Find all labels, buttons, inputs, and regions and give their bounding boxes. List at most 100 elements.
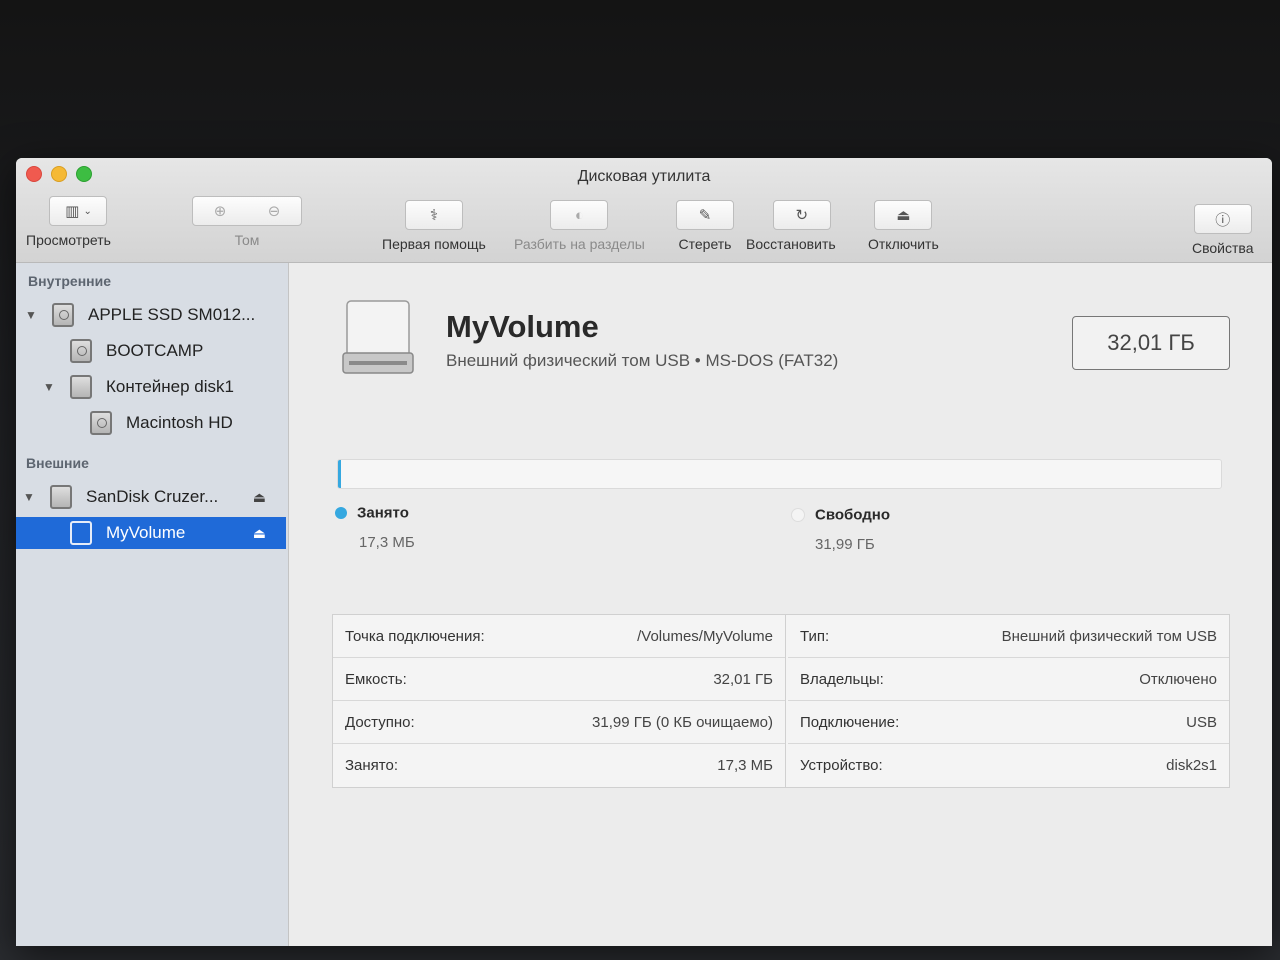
sidebar-item-container-disk1[interactable]: ▼ Контейнер disk1	[16, 371, 286, 403]
first-aid-button[interactable]: ⚕	[404, 200, 463, 230]
volume-name: MyVolume	[446, 309, 599, 344]
view-button[interactable]: ▥ ⌄	[49, 196, 108, 226]
unmount-label: Отключить	[868, 236, 939, 252]
external-disk-icon	[50, 485, 72, 509]
restore-icon: ↻	[795, 207, 809, 224]
erase-icon: ✎	[698, 207, 712, 224]
main-panel: MyVolume Внешний физический том USB • MS…	[289, 263, 1272, 946]
eject-icon[interactable]: ⏏	[253, 489, 266, 506]
info-row-owners: Владельцы: Отключено	[788, 658, 1229, 701]
info-row-mount-point: Точка подключения: /Volumes/MyVolume	[333, 615, 785, 658]
info-column-right: Тип: Внешний физический том USB Владельц…	[788, 615, 1229, 787]
remove-volume-icon: ⊖	[267, 203, 281, 220]
info-key: Доступно:	[345, 713, 415, 731]
sidebar-item-bootcamp[interactable]: BOOTCAMP	[16, 335, 286, 367]
info-value: USB	[1186, 713, 1217, 731]
first-aid-group[interactable]: ⚕ Первая помощь	[382, 200, 486, 252]
info-row-device: Устройство: disk2s1	[788, 744, 1229, 787]
info-label: Свойства	[1192, 240, 1254, 256]
info-value: Внешний физический том USB	[1001, 627, 1217, 645]
info-button[interactable]: ⓘ	[1193, 204, 1252, 234]
usage-bar-used	[338, 460, 341, 488]
info-key: Емкость:	[345, 670, 407, 688]
info-group[interactable]: ⓘ Свойства	[1192, 204, 1253, 256]
disclosure-triangle-icon[interactable]: ▼	[42, 380, 56, 394]
unmount-button[interactable]: ⏏	[874, 200, 933, 230]
sidebar: Внутренние ▼ APPLE SSD SM012... BOOTCAMP…	[16, 263, 289, 946]
restore-group[interactable]: ↻ Восстановить	[746, 200, 836, 252]
partition-button[interactable]: ◐	[550, 200, 609, 230]
unmount-group[interactable]: ⏏ Отключить	[868, 200, 939, 252]
unmount-icon: ⏏	[896, 207, 911, 224]
volume-icon	[90, 411, 112, 435]
info-column-left: Точка подключения: /Volumes/MyVolume Емк…	[333, 615, 786, 787]
free-legend: Свободно 31,99 ГБ	[791, 506, 890, 553]
volume-label: Том	[234, 232, 260, 248]
restore-button[interactable]: ↻	[772, 200, 831, 230]
sidebar-item-macintosh-hd[interactable]: Macintosh HD	[16, 407, 286, 439]
info-value: /Volumes/MyVolume	[637, 627, 773, 645]
eject-icon[interactable]: ⏏	[253, 525, 266, 542]
info-key: Тип:	[800, 627, 830, 645]
info-icon: ⓘ	[1215, 211, 1231, 229]
sidebar-icon: ▥	[65, 203, 80, 220]
info-row-used: Занято: 17,3 МБ	[333, 744, 785, 787]
info-value: disk2s1	[1166, 757, 1217, 774]
used-legend: Занято 17,3 МБ	[335, 504, 415, 551]
sidebar-item-sandisk[interactable]: ▼ SanDisk Cruzer... ⏏	[16, 481, 286, 513]
view-group: ▥ ⌄ Просмотреть	[26, 196, 111, 248]
volume-description: Внешний физический том USB • MS-DOS (FAT…	[446, 351, 839, 370]
volume-icon	[70, 521, 92, 545]
window-title: Дисковая утилита	[577, 168, 711, 185]
view-label: Просмотреть	[26, 232, 111, 248]
info-table: Точка подключения: /Volumes/MyVolume Емк…	[332, 614, 1230, 788]
volume-button[interactable]: ⊕ ⊖	[192, 196, 302, 226]
volume-icon	[70, 339, 92, 363]
restore-label: Восстановить	[746, 236, 836, 252]
info-key: Точка подключения:	[345, 627, 485, 645]
info-row-available: Доступно: 31,99 ГБ (0 КБ очищаемо)	[333, 701, 785, 744]
erase-label: Стереть	[678, 236, 732, 252]
capacity-badge: 32,01 ГБ	[1072, 316, 1230, 370]
add-volume-icon: ⊕	[213, 203, 227, 220]
sidebar-item-myvolume[interactable]: MyVolume ⏏	[16, 517, 286, 549]
internal-disk-icon	[52, 303, 74, 327]
info-value: Отключено	[1139, 670, 1217, 688]
container-icon	[70, 375, 92, 399]
disclosure-triangle-icon[interactable]: ▼	[22, 490, 36, 504]
info-row-capacity: Емкость: 32,01 ГБ	[333, 658, 785, 701]
sidebar-item-label: APPLE SSD SM012...	[88, 305, 256, 324]
info-value: 17,3 МБ	[717, 757, 773, 774]
used-legend-label: Занято	[357, 504, 409, 522]
sidebar-item-label: Macintosh HD	[126, 413, 233, 432]
info-key: Подключение:	[800, 713, 900, 731]
sidebar-section-internal: Внутренние	[28, 273, 112, 289]
pie-icon: ◐	[574, 206, 584, 224]
partition-group[interactable]: ◐ Разбить на разделы	[514, 200, 645, 252]
stethoscope-icon: ⚕	[429, 207, 438, 224]
disclosure-triangle-icon[interactable]: ▼	[24, 308, 38, 322]
drive-icon	[342, 300, 414, 374]
sidebar-item-label: MyVolume	[106, 523, 186, 542]
sidebar-item-label: SanDisk Cruzer...	[86, 487, 219, 506]
sidebar-item-label: BOOTCAMP	[106, 341, 204, 360]
info-value: 31,99 ГБ (0 КБ очищаемо)	[592, 713, 773, 731]
disk-utility-window: Дисковая утилита ▥ ⌄ Просмотреть ⊕ ⊖ Том…	[16, 158, 1272, 946]
info-key: Устройство:	[800, 757, 883, 774]
usage-bar	[337, 459, 1222, 489]
erase-button[interactable]: ✎	[676, 200, 734, 230]
sidebar-section-external: Внешние	[26, 455, 89, 471]
info-row-type: Тип: Внешний физический том USB	[788, 615, 1229, 658]
free-legend-value: 31,99 ГБ	[815, 536, 875, 553]
used-legend-value: 17,3 МБ	[359, 534, 415, 551]
used-dot-icon	[335, 506, 347, 519]
info-key: Владельцы:	[800, 670, 884, 688]
info-row-connection: Подключение: USB	[788, 701, 1229, 744]
partition-label: Разбить на разделы	[514, 236, 645, 252]
sidebar-item-apple-ssd[interactable]: ▼ APPLE SSD SM012...	[16, 299, 286, 331]
free-dot-icon	[791, 507, 805, 522]
chevron-down-icon: ⌄	[83, 205, 92, 217]
info-value: 32,01 ГБ	[713, 670, 773, 688]
erase-group[interactable]: ✎ Стереть	[676, 200, 734, 252]
first-aid-label: Первая помощь	[382, 236, 486, 252]
